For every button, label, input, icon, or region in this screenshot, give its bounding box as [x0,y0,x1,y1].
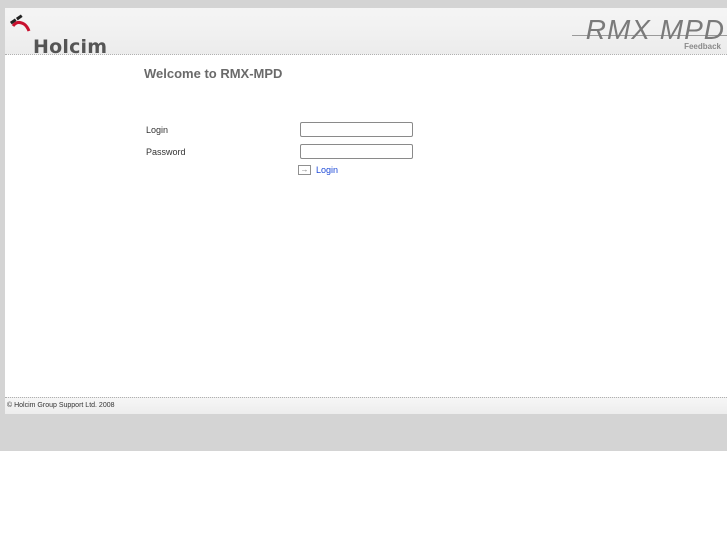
login-field[interactable] [300,122,413,137]
page-frame: Holcim RMX MPD Feedback Welcome to RMX-M… [0,8,727,451]
page-title: Welcome to RMX-MPD [144,66,283,81]
top-strip [0,0,727,8]
login-button-label: Login [316,165,339,175]
brand-title: RMX MPD [585,14,725,45]
header: Holcim RMX MPD Feedback [5,8,727,58]
password-label: Password [146,147,186,157]
arrow-right-icon: → [298,165,311,175]
holcim-logo-icon [9,14,31,32]
password-field[interactable] [300,144,413,159]
login-label: Login [146,125,169,135]
footer: © Holcim Group Support Ltd. 2008 [5,397,727,414]
content-panel: Holcim RMX MPD Feedback Welcome to RMX-M… [5,8,727,414]
brand: RMX MPD Feedback [585,14,725,52]
copyright-text: © Holcim Group Support Ltd. 2008 [7,402,115,409]
logo-text: Holcim [33,36,108,58]
login-button[interactable]: → Login [298,165,338,175]
holcim-logo: Holcim [7,14,107,58]
